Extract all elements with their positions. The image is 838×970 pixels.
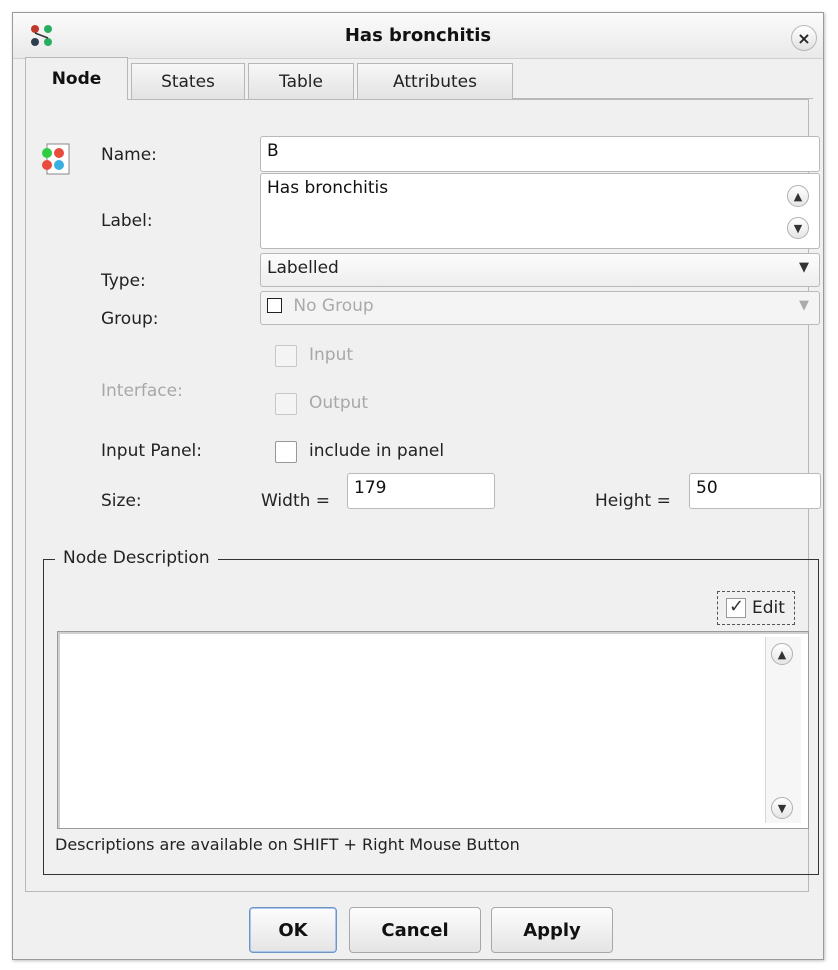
title-bar: Has bronchitis × [13,13,823,59]
edit-checkbox-box [726,596,746,618]
label-scroll-down-button[interactable]: ▼ [787,217,809,239]
name-field[interactable]: B [260,136,820,172]
chevron-down-icon: ▼ [777,801,787,815]
height-field[interactable]: 50 [689,473,821,509]
cancel-button[interactable]: Cancel [349,907,481,953]
label-scroll-up-button[interactable]: ▲ [787,185,809,207]
node-properties-dialog: Has bronchitis × Node States Table Attri… [12,12,824,960]
interface-input-label: Input [309,345,354,365]
chevron-down-icon: ▼ [799,260,809,275]
type-select-value: Labelled [267,258,339,278]
width-label: Width = [261,491,331,511]
chevron-up-icon: ▲ [793,189,803,203]
group-select: No Group ▼ [260,291,820,325]
height-label: Height = [595,491,671,511]
size-label: Size: [101,491,142,511]
edit-checkbox-label: Edit [752,598,785,618]
name-label: Name: [101,145,157,165]
interface-output-label: Output [309,393,369,413]
chevron-up-icon: ▲ [777,647,787,661]
chevron-down-icon: ▼ [793,221,803,235]
label-label: Label: [101,211,153,231]
label-field[interactable]: Has bronchitis [260,173,820,249]
description-textarea[interactable] [57,631,809,829]
node-description-title: Node Description [55,548,218,568]
chevron-down-icon: ▼ [799,298,809,313]
interface-output-checkbox [275,393,297,415]
description-scroll-up-button[interactable]: ▲ [771,643,793,665]
tab-node[interactable]: Node [25,57,128,100]
group-label: Group: [101,309,159,329]
ok-button[interactable]: OK [249,907,337,953]
input-panel-label: Input Panel: [101,441,203,461]
interface-label: Interface: [101,381,183,401]
type-label: Type: [101,271,146,291]
width-field[interactable]: 179 [347,473,495,509]
group-select-value: No Group [293,296,374,316]
tab-strip-line [513,77,813,99]
type-select[interactable]: Labelled ▼ [260,253,820,287]
group-color-swatch [267,298,282,313]
close-icon: × [797,28,811,48]
tab-table[interactable]: Table [248,63,354,99]
tab-states[interactable]: States [131,63,245,99]
description-scroll-down-button[interactable]: ▼ [771,797,793,819]
include-in-panel-checkbox[interactable] [275,441,297,463]
close-button[interactable]: × [791,25,817,51]
node-type-icon [42,143,70,175]
window-title: Has bronchitis [344,25,492,46]
edit-checkbox[interactable]: Edit [717,591,795,625]
tab-attributes[interactable]: Attributes [357,63,513,99]
description-hint: Descriptions are available on SHIFT + Ri… [55,835,520,854]
interface-input-checkbox [275,345,297,367]
include-in-panel-label: include in panel [309,441,445,461]
apply-button[interactable]: Apply [491,907,613,953]
